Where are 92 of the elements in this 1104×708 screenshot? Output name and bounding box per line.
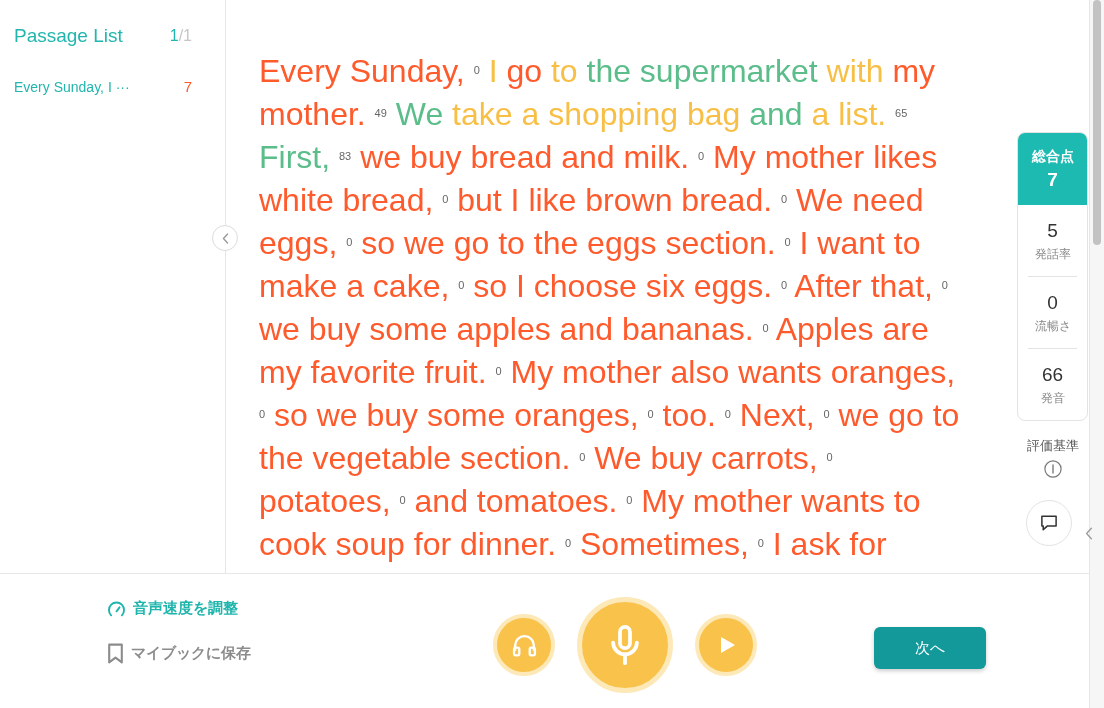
info-icon[interactable] bbox=[1043, 460, 1062, 478]
phrase-score: 0 bbox=[823, 408, 830, 420]
passage-text: go bbox=[506, 53, 542, 89]
passage-text: eggs, bbox=[259, 225, 338, 261]
passage-text: My mother also wants oranges, bbox=[510, 354, 956, 390]
scrollbar-thumb[interactable] bbox=[1093, 0, 1101, 245]
speech-bubble-icon bbox=[1039, 515, 1058, 531]
passage-text: We buy carrots, bbox=[594, 440, 818, 476]
next-button[interactable]: 次へ bbox=[874, 627, 986, 669]
passage-text: white bread, bbox=[259, 182, 434, 218]
phrase-score: 0 bbox=[458, 279, 465, 291]
phrase-score: 0 bbox=[473, 64, 480, 76]
passage-text: but I like brown bread. bbox=[457, 182, 773, 218]
phrase-score: 65 bbox=[895, 107, 908, 119]
phrase-score: 0 bbox=[346, 236, 353, 248]
passage-text: We bbox=[395, 96, 444, 132]
passage-text: We need bbox=[796, 182, 924, 218]
phrase-score: 0 bbox=[762, 322, 769, 334]
phrase-score: 0 bbox=[698, 150, 705, 162]
total-score-value: 7 bbox=[1047, 169, 1058, 191]
passage-text: too. bbox=[662, 397, 716, 433]
phrase-score: 0 bbox=[724, 408, 731, 420]
page-counter: 1/1 bbox=[169, 26, 192, 46]
passage-text: a list. bbox=[811, 96, 887, 132]
passage-text: the supermarket bbox=[586, 53, 818, 89]
chevron-left-icon bbox=[221, 232, 229, 244]
passage-text: we go to bbox=[838, 397, 960, 433]
phrase-score: 49 bbox=[374, 107, 387, 119]
metric-value: 0 bbox=[1047, 291, 1058, 314]
metric-label: 流暢さ bbox=[1034, 318, 1071, 334]
passage-text: so I choose six eggs. bbox=[473, 268, 773, 304]
passage-text: I bbox=[488, 53, 498, 89]
passage-text: Apples are bbox=[775, 311, 929, 347]
phrase-score: 0 bbox=[495, 365, 502, 377]
passage-text: with bbox=[826, 53, 884, 89]
phrase-score: 0 bbox=[442, 193, 449, 205]
passage-text: make a cake, bbox=[259, 268, 450, 304]
passage-text: and tomatoes. bbox=[414, 483, 618, 519]
save-bookmark-button[interactable]: マイブックに保存 bbox=[107, 642, 251, 665]
phrase-score: 0 bbox=[259, 408, 266, 420]
passage-text: I want to bbox=[799, 225, 921, 261]
phrase-score: 0 bbox=[941, 279, 948, 291]
passage-text: take a shopping bag bbox=[452, 96, 741, 132]
phrase-score: 0 bbox=[626, 494, 633, 506]
chat-button[interactable] bbox=[1025, 500, 1072, 546]
passage-list-item[interactable]: Every Sunday, I ··· bbox=[14, 78, 130, 96]
passage-text: to bbox=[550, 53, 578, 89]
passage-text: so we buy some oranges, bbox=[274, 397, 639, 433]
microphone-icon bbox=[610, 625, 640, 665]
collapse-sidebar-button[interactable] bbox=[212, 225, 238, 251]
metric-value: 5 bbox=[1047, 219, 1058, 242]
passage-text: First, bbox=[259, 139, 331, 175]
passage-score: 7 bbox=[183, 78, 192, 96]
passage-text: My mother likes bbox=[713, 139, 938, 175]
play-icon bbox=[720, 637, 735, 653]
phrase-score: 83 bbox=[339, 150, 352, 162]
phrase-score: 0 bbox=[757, 537, 764, 549]
passage-text: potatoes, bbox=[259, 483, 391, 519]
passage-text: we buy some apples and bananas. bbox=[259, 311, 754, 347]
metric-label: 発音 bbox=[1040, 390, 1065, 406]
total-score-label: 総合点 bbox=[1031, 147, 1074, 165]
passage-text: my bbox=[892, 53, 936, 89]
gauge-icon bbox=[107, 600, 126, 617]
phrase-score: 0 bbox=[564, 537, 572, 549]
passage-text: the vegetable section. bbox=[259, 440, 571, 476]
phrase-score: 0 bbox=[579, 451, 586, 463]
passage-text: cook soup for dinner. bbox=[259, 526, 557, 562]
passage-text: and bbox=[749, 96, 803, 132]
chevron-left-icon[interactable] bbox=[1085, 527, 1093, 540]
phrase-score: 0 bbox=[826, 451, 833, 463]
passage-text: Sometimes, bbox=[580, 526, 749, 562]
metric-label: 発話率 bbox=[1034, 246, 1071, 262]
metric-value: 66 bbox=[1041, 363, 1064, 386]
passage-text: Next, bbox=[739, 397, 815, 433]
phrase-score: 0 bbox=[780, 279, 788, 291]
phrase-score: 0 bbox=[784, 236, 791, 248]
headphones-icon bbox=[511, 633, 537, 657]
bookmark-icon bbox=[107, 643, 124, 664]
phrase-score: 0 bbox=[647, 408, 654, 420]
passage-text: I ask for bbox=[772, 526, 887, 562]
criteria-label: 評価基準 bbox=[1026, 437, 1079, 454]
passage-text: my favorite fruit. bbox=[259, 354, 487, 390]
phrase-score: 0 bbox=[780, 193, 788, 205]
speed-adjust-button[interactable]: 音声速度を調整 bbox=[107, 597, 238, 620]
passage-text: we buy bread and milk. bbox=[360, 139, 690, 175]
passage-text: Every Sunday, bbox=[259, 53, 465, 89]
passage-text: My mother wants to bbox=[641, 483, 921, 519]
phrase-score: 0 bbox=[399, 494, 406, 506]
passage-text: so we go to the eggs section. bbox=[361, 225, 776, 261]
passage-text: After that, bbox=[794, 268, 933, 304]
sidebar-title: Passage List bbox=[14, 24, 123, 48]
passage-text: mother. bbox=[259, 96, 366, 132]
